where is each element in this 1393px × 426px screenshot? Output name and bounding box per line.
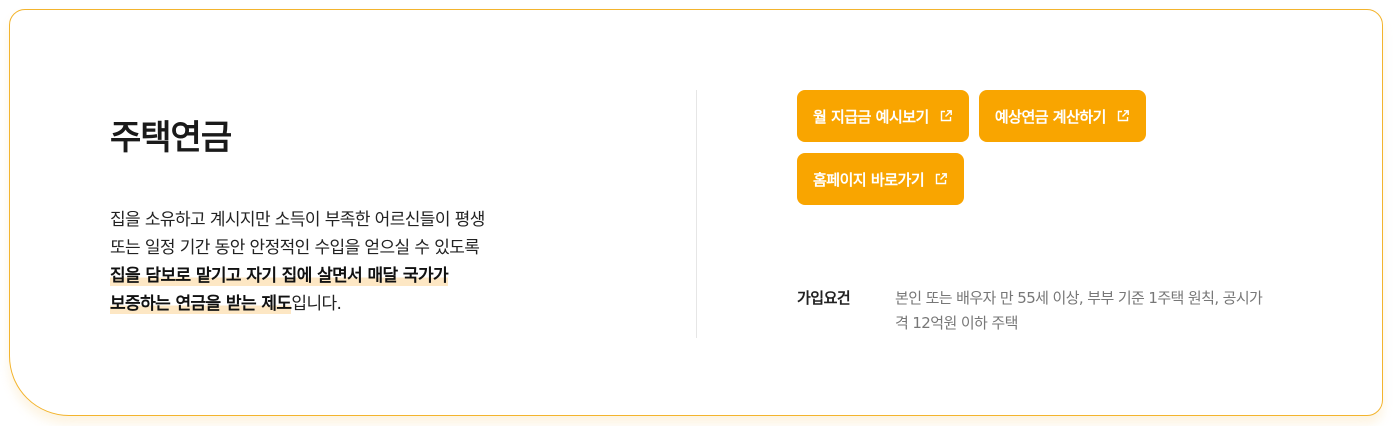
expected-pension-calculator-label: 예상연금 계산하기 xyxy=(994,107,1107,126)
description-line-1: 집을 소유하고 계시지만 소득이 부족한 어르신들이 평생 xyxy=(110,210,485,230)
description-line-3: 집을 담보로 맡기고 자기 집에 살면서 매달 국가가 xyxy=(110,262,650,290)
homepage-link-label: 홈페이지 바로가기 xyxy=(813,170,925,189)
external-link-icon xyxy=(935,173,948,185)
homepage-link-button[interactable]: 홈페이지 바로가기 xyxy=(797,153,965,205)
description-line-4: 보증하는 연금을 받는 제도입니다. xyxy=(110,290,650,318)
highlight-text-1: 집을 담보로 맡기고 자기 집에 살면서 매달 국가가 xyxy=(110,266,449,286)
housing-pension-card: 주택연금 집을 소유하고 계시지만 소득이 부족한 어르신들이 평생 또는 일정… xyxy=(9,9,1383,416)
expected-pension-calculator-button[interactable]: 예상연금 계산하기 xyxy=(978,90,1146,142)
action-buttons: 월 지급금 예시보기 예상연금 계산하기 홈페이지 바로가기 xyxy=(797,90,1237,205)
description: 집을 소유하고 계시지만 소득이 부족한 어르신들이 평생 또는 일정 기간 동… xyxy=(110,206,650,318)
highlight-text-2: 보증하는 연금을 받는 제도 xyxy=(110,294,292,314)
vertical-divider xyxy=(696,90,697,338)
external-link-icon xyxy=(940,110,952,122)
intro-panel: 주택연금 집을 소유하고 계시지만 소득이 부족한 어르신들이 평생 또는 일정… xyxy=(110,114,650,318)
eligibility-label: 가입요건 xyxy=(797,289,851,307)
description-suffix: 입니다. xyxy=(291,294,342,314)
description-line-2: 또는 일정 기간 동안 안정적인 수입을 얻으실 수 있도록 xyxy=(110,238,480,258)
external-link-icon xyxy=(1117,110,1129,122)
monthly-payment-preview-button[interactable]: 월 지급금 예시보기 xyxy=(797,90,969,142)
page-title: 주택연금 xyxy=(110,118,232,158)
eligibility-requirements: 가입요건 본인 또는 배우자 만 55세 이상, 부부 기준 1주택 원칙, 공… xyxy=(797,286,1275,336)
eligibility-text: 본인 또는 배우자 만 55세 이상, 부부 기준 1주택 원칙, 공시가격 1… xyxy=(895,289,1263,332)
monthly-payment-preview-label: 월 지급금 예시보기 xyxy=(813,107,929,126)
